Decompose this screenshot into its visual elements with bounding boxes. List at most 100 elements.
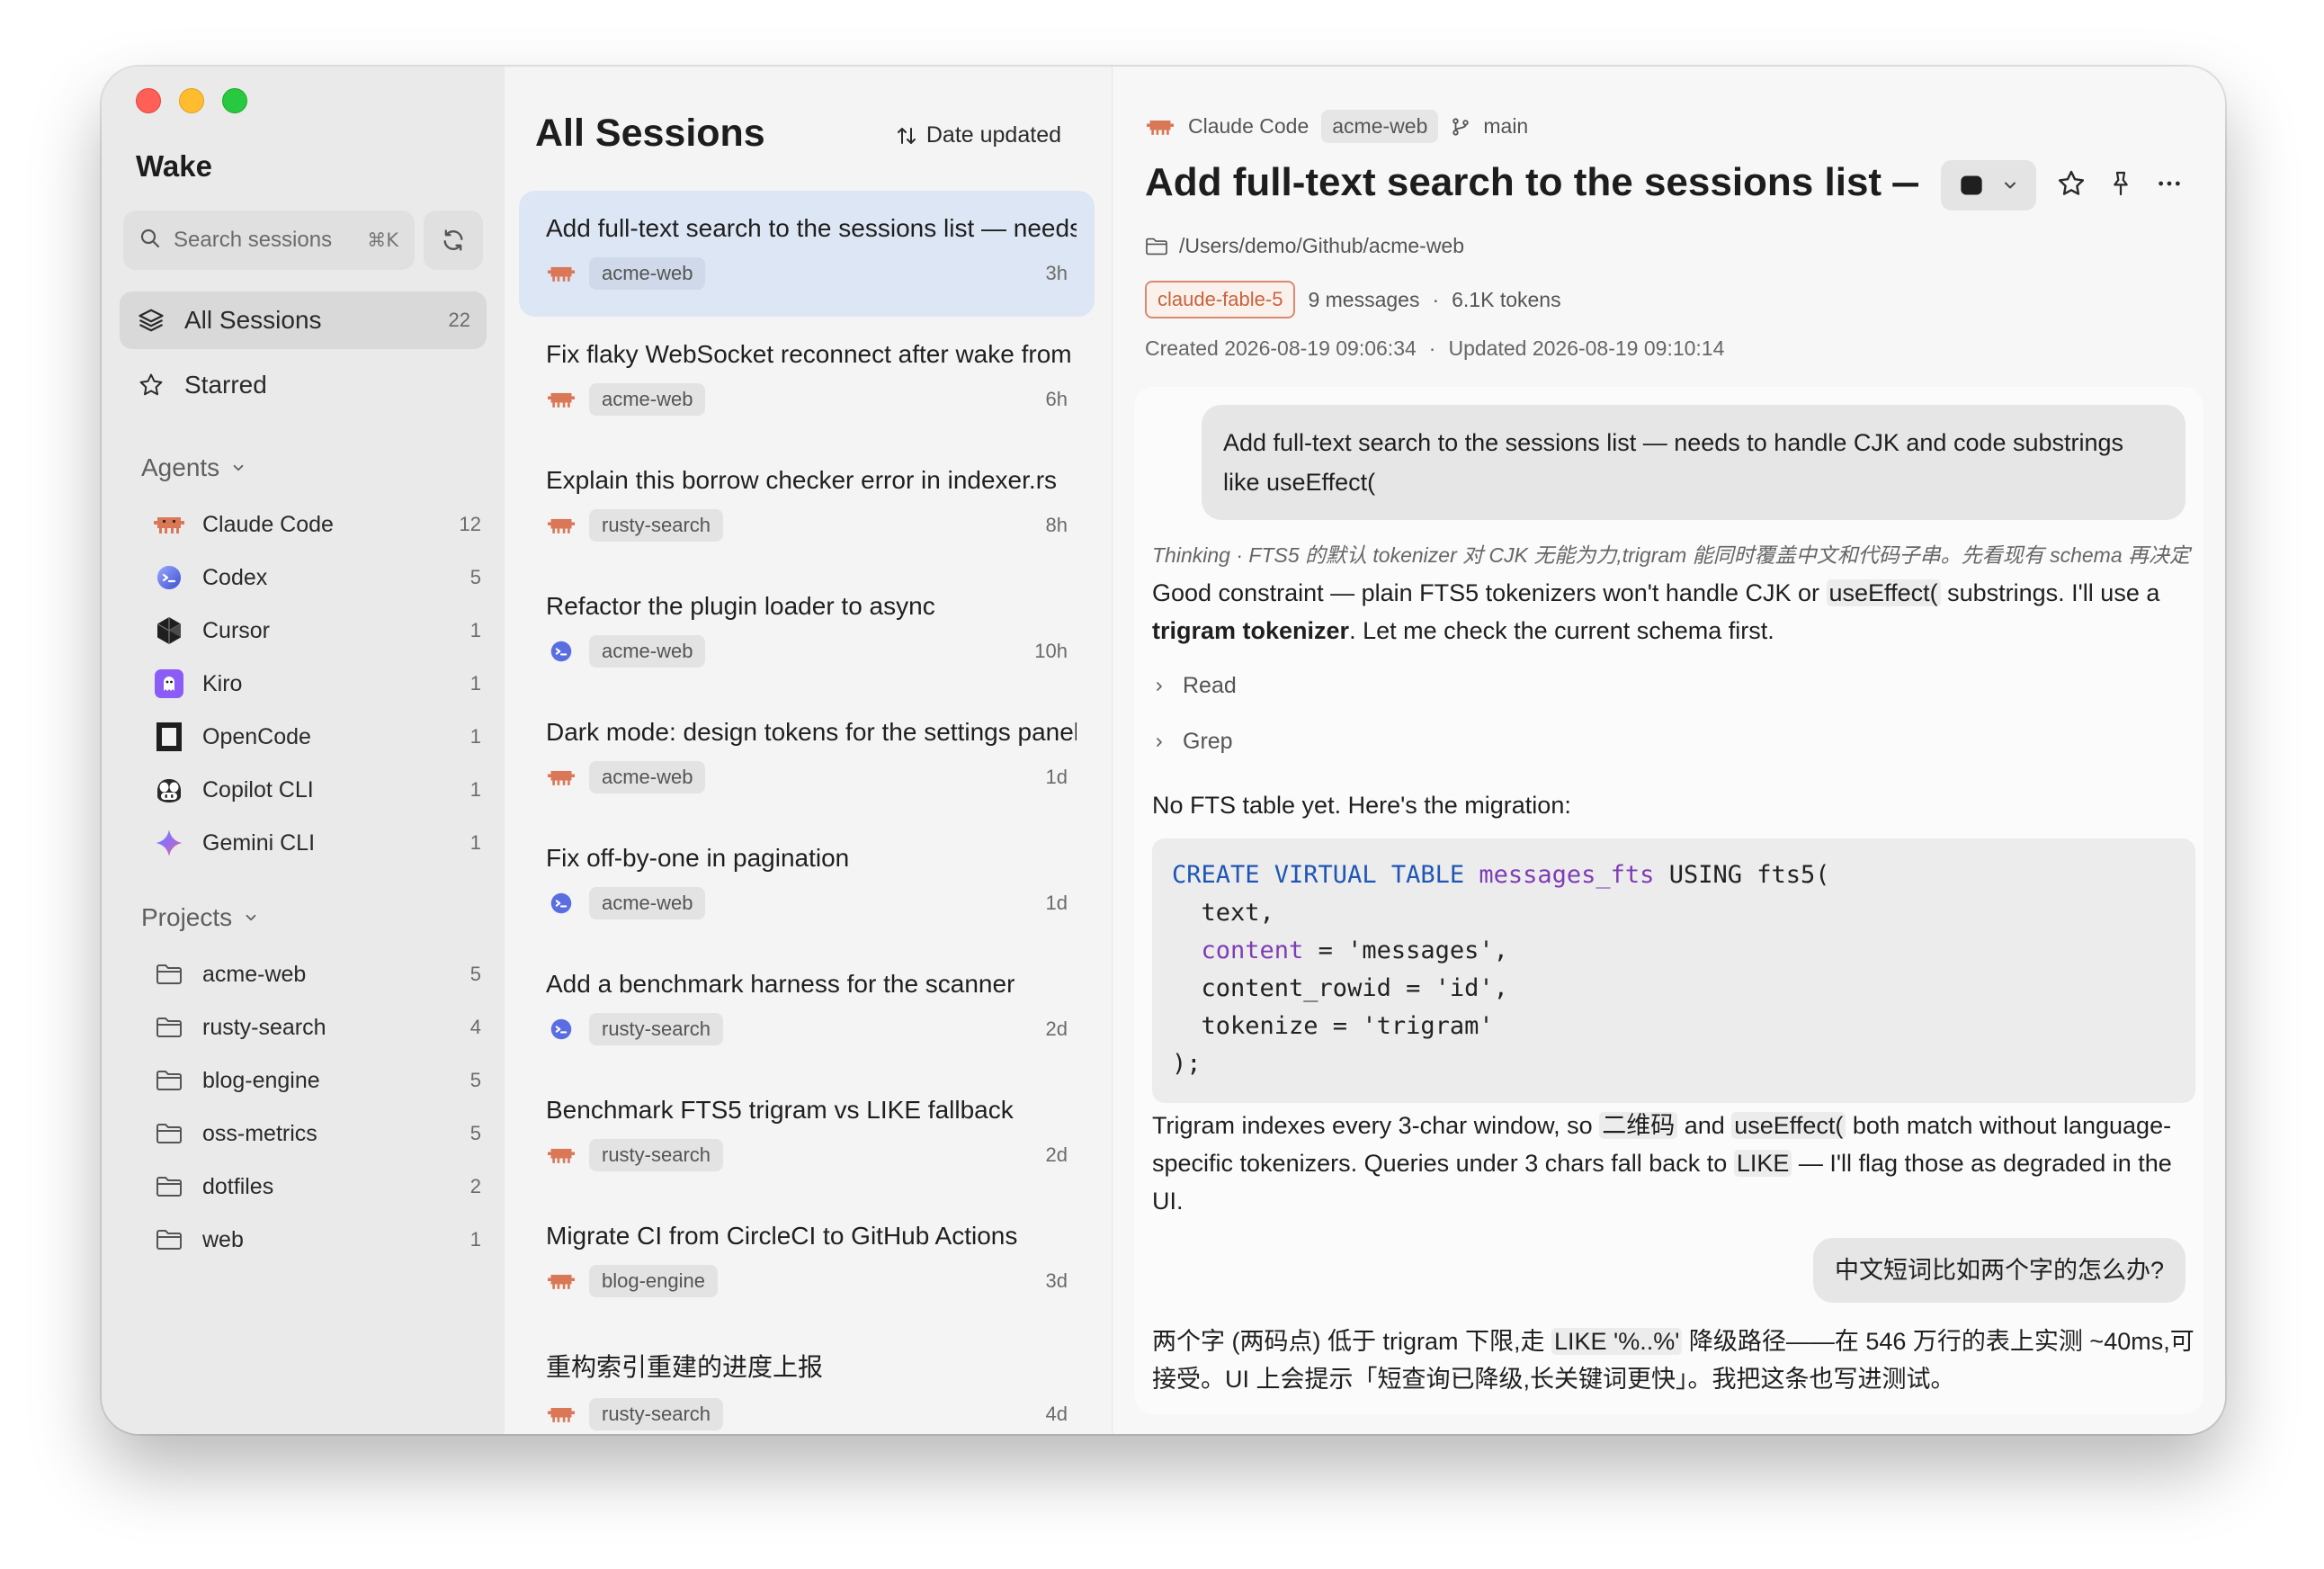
session-card[interactable]: Add a benchmark harness for the scanner … [519,946,1095,1072]
section-label: Projects [141,903,233,931]
breadcrumb-agent: Claude Code [1188,114,1309,138]
session-time: 10h [1034,640,1068,662]
tool-call-read[interactable]: Read [1152,673,1237,699]
refresh-icon [443,229,463,251]
agent-item-gemini-cli[interactable]: Gemini CLI 1 [154,819,483,867]
session-dates: Created 2026-08-19 09:06:34 · Updated 20… [1145,336,1724,361]
code-text: text, [1172,899,1274,927]
agent-label: Gemini CLI [202,829,316,856]
pin-button[interactable] [2106,169,2135,202]
agent-item-claude-code[interactable]: Claude Code 12 [154,500,483,549]
model-badge: claude-fable-5 [1145,281,1296,318]
session-time: 1d [1045,892,1068,914]
thinking-block[interactable]: Thinking · FTS5 的默认 tokenizer 对 CJK 无能为力… [1152,538,2203,569]
search-row: ⌘K [123,211,483,270]
section-label: Agents [141,453,220,481]
session-card[interactable]: Dark mode: design tokens for the setting… [519,695,1095,820]
more-button[interactable] [2155,169,2184,202]
project-item-web[interactable]: web 1 [154,1215,483,1264]
copilot-icon [154,775,184,805]
refresh-button[interactable] [424,211,483,270]
folder-icon [154,1012,184,1043]
session-card[interactable]: Refactor the plugin loader to async acme… [519,569,1095,695]
claude-code-icon [154,509,184,540]
agent-item-opencode[interactable]: OpenCode 1 [154,713,483,761]
layers-icon [136,305,166,336]
close-window-button[interactable] [136,88,161,113]
project-count: 5 [469,963,481,985]
session-time: 6h [1045,388,1068,410]
project-count: 4 [469,1016,481,1038]
tool-label: Grep [1183,729,1233,754]
breadcrumb: Claude Code acme-web main [1145,110,1528,143]
updated-date: Updated 2026-08-19 09:10:14 [1448,336,1725,360]
inline-code: LIKE '%..%' [1551,1328,1683,1355]
search-input[interactable] [174,228,355,253]
agent-item-kiro[interactable]: Kiro 1 [154,659,483,708]
project-count: 1 [469,1228,481,1251]
thinking-text: FTS5 的默认 tokenizer 对 CJK 无能为力,trigram 能同… [1248,543,2191,567]
session-card[interactable]: Migrate CI from CircleCI to GitHub Actio… [519,1198,1095,1324]
session-card[interactable]: Fix off-by-one in pagination acme-web 1d [519,820,1095,946]
agents-section-toggle[interactable]: Agents [141,453,246,482]
user-message: 中文短词比如两个字的怎么办? [1812,1238,2185,1303]
nav-starred[interactable]: Starred [120,356,487,414]
bold-text: trigram tokenizer [1152,617,1350,644]
code-text: content_rowid = 'id', [1172,974,1508,1002]
agent-item-cursor[interactable]: Cursor 1 [154,606,483,655]
folder-icon [1146,238,1167,255]
session-time: 1d [1045,766,1068,788]
session-card[interactable]: Add full-text search to the sessions lis… [519,191,1095,317]
session-time: 4d [1045,1403,1068,1425]
session-card[interactable]: Benchmark FTS5 trigram vs LIKE fallback … [519,1072,1095,1198]
agent-count: 1 [469,672,481,695]
code-block[interactable]: CREATE VIRTUAL TABLE messages_fts USING … [1152,838,2195,1103]
project-item-acme-web[interactable]: acme-web 5 [154,950,483,999]
agent-item-copilot-cli[interactable]: Copilot CLI 1 [154,766,483,814]
session-title: Add a benchmark harness for the scanner [546,970,1015,998]
project-tag: blog-engine [589,1265,718,1297]
session-card[interactable]: Explain this borrow checker error in ind… [519,443,1095,569]
search-box[interactable]: ⌘K [123,211,415,270]
star-button[interactable] [2056,168,2087,203]
project-tag: acme-web [589,383,706,416]
session-card[interactable]: 重构索引重建的进度上报 rusty-search 4d [519,1324,1095,1434]
project-item-rusty-search[interactable]: rusty-search 4 [154,1003,483,1052]
dates-separator: · [1428,336,1436,360]
breadcrumb-project: acme-web [1321,110,1439,143]
project-count: 5 [469,1122,481,1144]
project-count: 5 [469,1069,481,1091]
session-card[interactable]: Fix flaky WebSocket reconnect after wake… [519,317,1095,443]
tool-label: Read [1183,673,1237,698]
claude-code-icon [546,258,577,289]
nav-all-sessions[interactable]: All Sessions 22 [120,291,487,349]
zoom-window-button[interactable] [222,88,247,113]
agent-count: 1 [469,831,481,854]
agent-item-codex[interactable]: Codex 5 [154,553,483,602]
chevron-right-icon [1157,681,1162,691]
star-icon [136,370,166,400]
folder-icon [154,959,184,990]
sort-button[interactable]: Date updated [896,122,1061,148]
nav-label: All Sessions [184,306,322,334]
minimize-window-button[interactable] [179,88,204,113]
pin-icon [2114,171,2128,195]
codex-icon [546,888,577,919]
open-in-terminal-dropdown[interactable] [1941,160,2036,211]
project-item-dotfiles[interactable]: dotfiles 2 [154,1162,483,1211]
project-item-blog-engine[interactable]: blog-engine 5 [154,1056,483,1105]
search-shortcut: ⌘K [367,229,398,251]
sidebar: Wake ⌘K All Sessions 22 St [102,67,505,1434]
chevron-right-icon [1157,737,1162,747]
nav-label: Starred [184,371,267,399]
folder-icon [154,1224,184,1255]
conversation-panel[interactable]: Add full-text search to the sessions lis… [1134,387,2203,1414]
token-count: 6.1K tokens [1452,287,1561,311]
session-time: 2d [1045,1143,1068,1166]
tool-call-grep[interactable]: Grep [1152,729,1233,755]
project-item-oss-metrics[interactable]: oss-metrics 5 [154,1109,483,1158]
assistant-message: 两个字 (两码点) 低于 trigram 下限,走 LIKE '%..%' 降级… [1152,1322,2195,1398]
assistant-message: Good constraint — plain FTS5 tokenizers … [1152,574,2195,650]
projects-section-toggle[interactable]: Projects [141,903,259,932]
agent-label: Codex [202,564,268,590]
